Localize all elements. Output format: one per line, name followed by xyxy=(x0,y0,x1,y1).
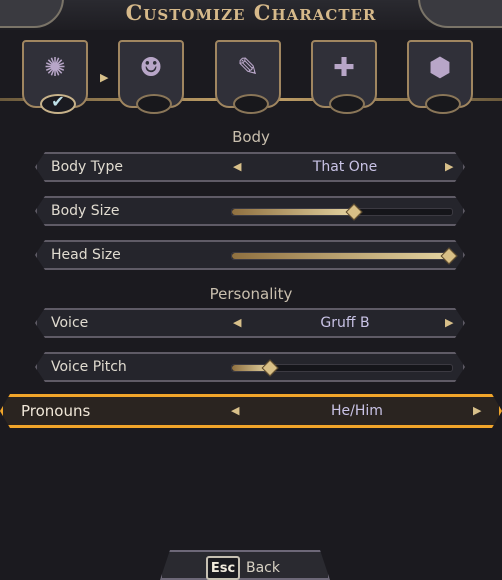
back-button[interactable]: Esc Back xyxy=(160,550,330,580)
title-bar: Customize Character xyxy=(0,0,502,30)
body-type-row[interactable]: Body Type ◀ That One ▶ xyxy=(35,152,465,182)
body-type-label: Body Type xyxy=(51,159,123,175)
tab-head[interactable]: ☻ xyxy=(118,40,184,114)
pronouns-row[interactable]: Pronouns ◀ He/Him ▶ xyxy=(0,394,502,428)
figure-plus-icon: ✚ xyxy=(333,53,355,83)
tab-dice[interactable]: ⬢ xyxy=(407,40,473,114)
tab-selected-indicator: ✔ xyxy=(40,92,76,114)
section-heading-personality: Personality xyxy=(209,285,293,303)
voice-pitch-row[interactable]: Voice Pitch xyxy=(35,352,465,382)
checkmark-icon: ✔ xyxy=(51,92,65,111)
slider-fill xyxy=(232,253,448,259)
voice-label: Voice xyxy=(51,315,89,331)
body-size-row[interactable]: Body Size xyxy=(35,196,465,226)
book-quill-icon: ✎ xyxy=(237,53,259,83)
head-size-slider[interactable] xyxy=(231,252,453,260)
head-size-row[interactable]: Head Size xyxy=(35,240,465,270)
arrow-left-icon[interactable]: ◀ xyxy=(233,310,241,336)
pronouns-label: Pronouns xyxy=(21,402,91,420)
chevron-right-icon: ▶ xyxy=(100,71,109,84)
back-label: Back xyxy=(246,560,280,576)
tab-slot xyxy=(136,94,172,114)
head-size-label: Head Size xyxy=(51,247,121,263)
voice-row[interactable]: Voice ◀ Gruff B ▶ xyxy=(35,308,465,338)
slider-handle[interactable] xyxy=(346,204,363,221)
voice-value: Gruff B xyxy=(320,315,370,331)
tab-slot xyxy=(329,94,365,114)
tab-origin[interactable]: ✎ xyxy=(215,40,281,114)
body-size-slider[interactable] xyxy=(231,208,453,216)
arrow-left-icon[interactable]: ◀ xyxy=(231,397,239,425)
d20-icon: ⬢ xyxy=(428,53,452,83)
tab-abilities[interactable]: ✚ xyxy=(311,40,377,114)
slider-fill xyxy=(232,209,353,215)
arrow-right-icon[interactable]: ▶ xyxy=(473,397,481,425)
section-heading-body: Body xyxy=(232,128,270,146)
page-title: Customize Character xyxy=(125,0,377,25)
body-size-label: Body Size xyxy=(51,203,120,219)
arrow-right-icon[interactable]: ▶ xyxy=(445,310,453,336)
arrow-left-icon[interactable]: ◀ xyxy=(233,154,241,180)
slider-handle[interactable] xyxy=(440,248,457,265)
tab-slot xyxy=(425,94,461,114)
voodoo-doll-icon: ☻ xyxy=(139,53,163,83)
flame-crest-icon: ✺ xyxy=(44,53,66,83)
voice-pitch-label: Voice Pitch xyxy=(51,359,127,375)
tab-slot xyxy=(233,94,269,114)
arrow-right-icon[interactable]: ▶ xyxy=(445,154,453,180)
tab-appearance[interactable]: ✺ ✔ xyxy=(22,40,88,114)
esc-key-prompt: Esc xyxy=(206,556,240,580)
voice-pitch-slider[interactable] xyxy=(231,364,453,372)
slider-handle[interactable] xyxy=(262,360,279,377)
pronouns-value: He/Him xyxy=(331,403,383,419)
body-type-value: That One xyxy=(312,159,378,175)
